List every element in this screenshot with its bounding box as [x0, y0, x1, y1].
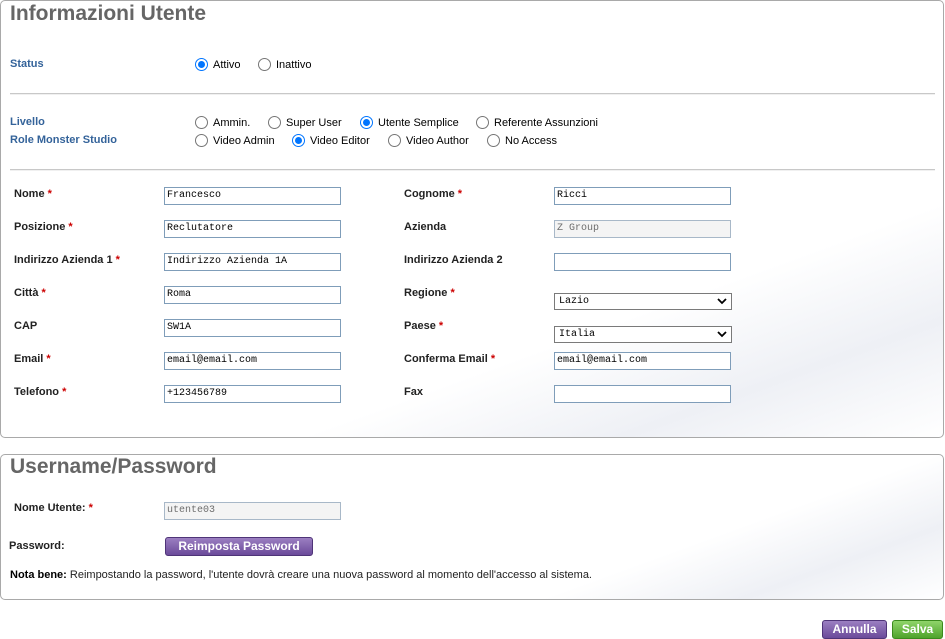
role-radio-video-author[interactable]: Video Author — [388, 134, 469, 147]
user-info-panel: Informazioni Utente Status Attivo Inatti… — [0, 0, 944, 438]
fax-input[interactable] — [554, 385, 731, 403]
password-label: Password: — [9, 540, 65, 552]
user-info-title: Informazioni Utente — [10, 2, 207, 25]
indirizzo2-input[interactable] — [554, 253, 731, 271]
regione-selected-value: Lazio — [559, 296, 590, 307]
posizione-label: Posizione * — [14, 221, 73, 233]
radio-unchecked-icon — [388, 134, 401, 147]
role-radio-no-access[interactable]: No Access — [487, 134, 557, 147]
radio-unchecked-icon — [258, 58, 271, 71]
cognome-label: Cognome * — [404, 188, 463, 200]
radio-checked-icon — [292, 134, 305, 147]
radio-unchecked-icon — [476, 116, 489, 129]
cancel-button[interactable]: Annulla — [822, 620, 887, 639]
livello-radio-referente[interactable]: Referente Assunzioni — [476, 116, 598, 129]
role-option-label: No Access — [505, 134, 557, 147]
livello-radio-ammin[interactable]: Ammin. — [195, 116, 250, 129]
livello-radio-utente-semplice[interactable]: Utente Semplice — [360, 116, 459, 129]
status-radio-attivo[interactable]: Attivo — [195, 58, 241, 71]
citta-input[interactable]: Roma — [164, 286, 341, 304]
chevron-down-icon — [717, 298, 727, 305]
username-input: utente03 — [164, 502, 341, 520]
regione-select[interactable]: Lazio — [554, 293, 732, 310]
email-label: Email * — [14, 353, 51, 365]
conferma-email-label: Conferma Email * — [404, 353, 496, 365]
email-input[interactable]: email@email.com — [164, 352, 341, 370]
note-text: Reimpostando la password, l'utente dovrà… — [66, 569, 592, 581]
credentials-panel: Username/Password Nome Utente: * utente0… — [0, 454, 944, 600]
paese-selected-value: Italia — [559, 329, 596, 340]
radio-unchecked-icon — [195, 134, 208, 147]
role-option-label: Video Author — [406, 134, 469, 147]
livello-option-label: Ammin. — [213, 116, 251, 129]
reset-password-button[interactable]: Reimposta Password — [165, 537, 313, 556]
role-radio-video-editor[interactable]: Video Editor — [292, 134, 370, 147]
role-radio-video-admin[interactable]: Video Admin — [195, 134, 275, 147]
username-label: Nome Utente: * — [14, 502, 93, 514]
indirizzo1-label: Indirizzo Azienda 1 * — [14, 254, 120, 266]
conferma-email-input[interactable]: email@email.com — [554, 352, 731, 370]
livello-option-label: Referente Assunzioni — [494, 116, 598, 129]
azienda-input: Z Group — [554, 220, 731, 238]
radio-unchecked-icon — [195, 116, 208, 129]
radio-unchecked-icon — [487, 134, 500, 147]
divider — [10, 169, 935, 171]
telefono-input[interactable]: +123456789 — [164, 385, 341, 403]
cognome-input[interactable]: Ricci — [554, 187, 731, 205]
telefono-label: Telefono * — [14, 386, 67, 398]
paese-label: Paese * — [404, 320, 444, 332]
posizione-input[interactable]: Reclutatore — [164, 220, 341, 238]
cap-input[interactable]: SW1A — [164, 319, 341, 337]
password-note: Nota bene: Reimpostando la password, l'u… — [10, 569, 592, 581]
radio-checked-icon — [195, 58, 208, 71]
livello-label: Livello — [10, 116, 45, 128]
livello-option-label: Super User — [286, 116, 342, 129]
chevron-down-icon — [717, 331, 727, 338]
regione-label: Regione * — [404, 287, 455, 299]
paese-select[interactable]: Italia — [554, 326, 732, 343]
status-option-label: Attivo — [213, 58, 241, 71]
cap-label: CAP — [14, 320, 38, 332]
status-option-label: Inattivo — [276, 58, 312, 71]
status-label: Status — [10, 58, 44, 70]
status-radio-inattivo[interactable]: Inattivo — [258, 58, 311, 71]
role-option-label: Video Editor — [310, 134, 370, 147]
fax-label: Fax — [404, 386, 423, 398]
nome-input[interactable]: Francesco — [164, 187, 341, 205]
livello-radio-super-user[interactable]: Super User — [268, 116, 342, 129]
role-option-label: Video Admin — [213, 134, 275, 147]
credentials-title: Username/Password — [10, 455, 217, 478]
azienda-label: Azienda — [404, 221, 447, 233]
radio-checked-icon — [360, 116, 373, 129]
indirizzo2-label: Indirizzo Azienda 2 — [404, 254, 503, 266]
save-button[interactable]: Salva — [892, 620, 943, 639]
nome-label: Nome * — [14, 188, 52, 200]
divider — [10, 93, 935, 95]
role-label: Role Monster Studio — [10, 134, 117, 146]
radio-unchecked-icon — [268, 116, 281, 129]
indirizzo1-input[interactable]: Indirizzo Azienda 1A — [164, 253, 341, 271]
livello-option-label: Utente Semplice — [378, 116, 459, 129]
citta-label: Città * — [14, 287, 46, 299]
note-bold-label: Nota bene: — [10, 569, 67, 581]
